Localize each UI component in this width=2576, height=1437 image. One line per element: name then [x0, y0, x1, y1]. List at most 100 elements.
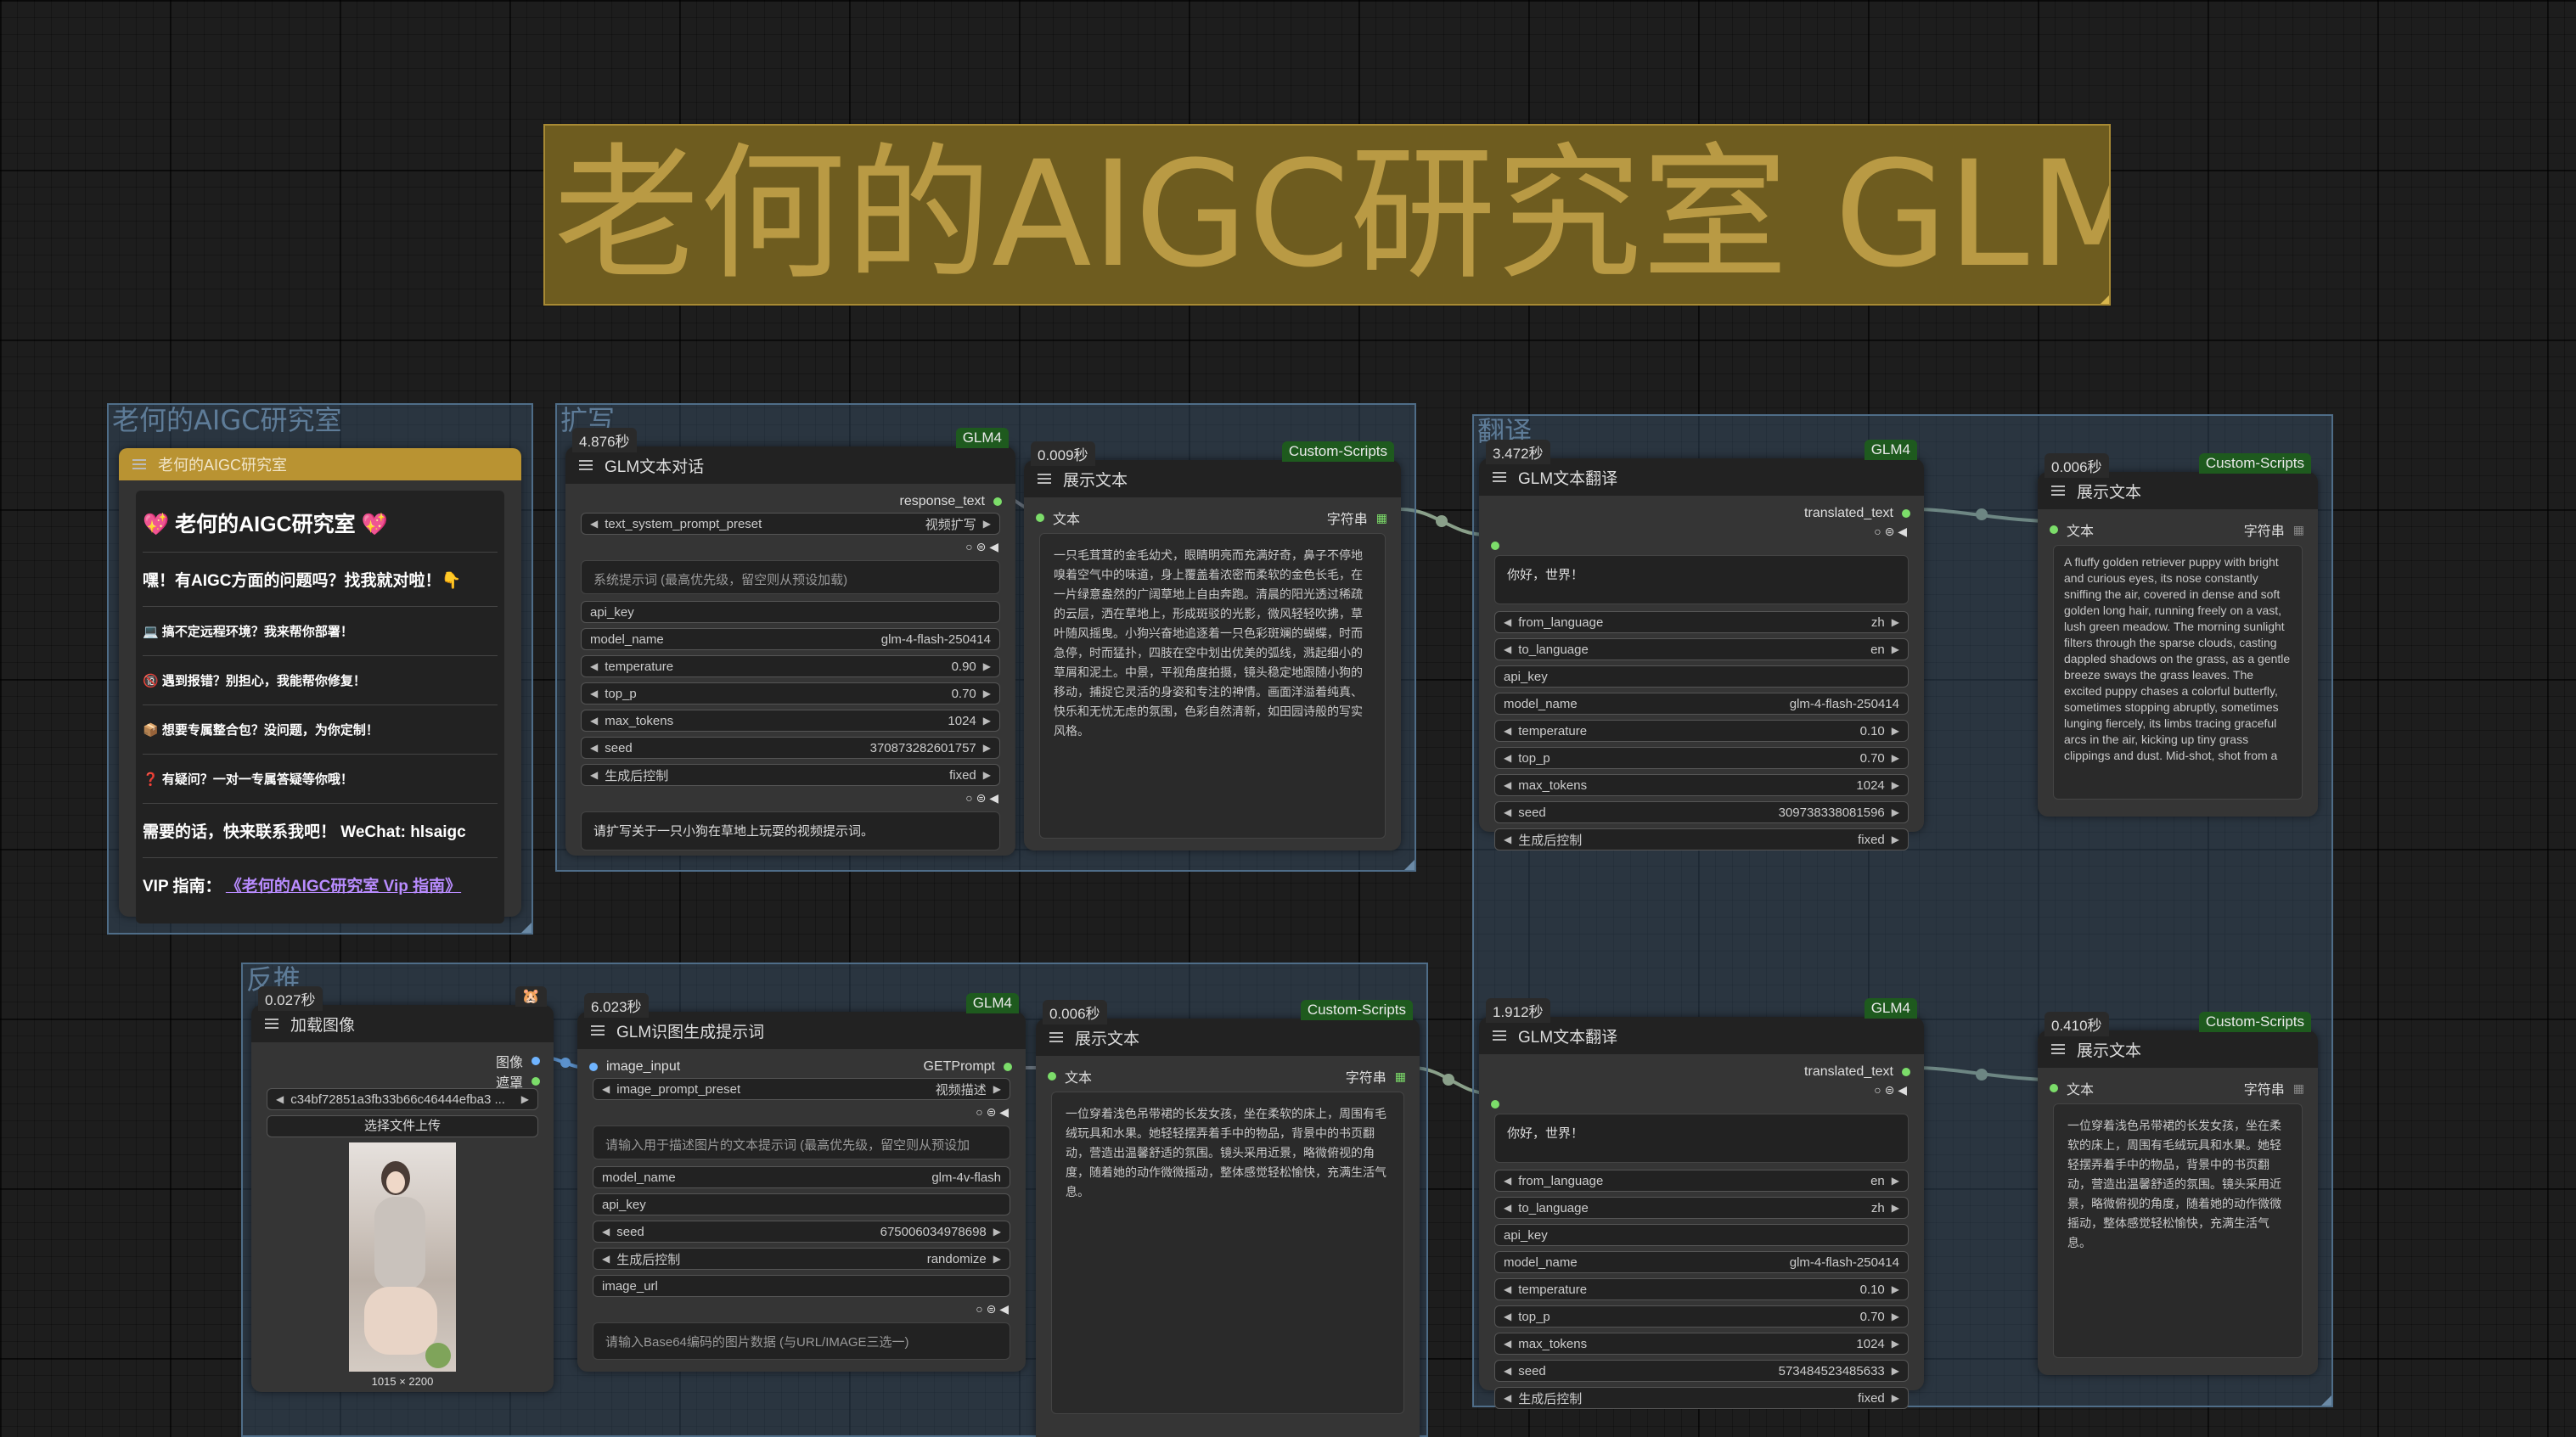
- show4-slots[interactable]: 文本 字符串 ▦: [2038, 1075, 2318, 1097]
- menu-icon[interactable]: [579, 460, 593, 470]
- chat-control-select[interactable]: ◀ 生成后控制 fixed ▶: [581, 764, 1000, 786]
- menu-icon[interactable]: [1493, 472, 1506, 482]
- info-node-header[interactable]: 老何的AIGC研究室: [119, 448, 521, 480]
- menu-icon[interactable]: [1038, 474, 1051, 484]
- trans1-seed-stepper[interactable]: ◀ seed 309738338081596 ▶: [1494, 801, 1909, 823]
- chat-top-p-stepper[interactable]: ◀ top_p 0.70 ▶: [581, 682, 1000, 704]
- group-expand-resize-handle[interactable]: [1404, 860, 1415, 870]
- mask-slot-dot[interactable]: [532, 1077, 540, 1086]
- show-text-node-3[interactable]: 0.006秒 Custom-Scripts 展示文本 文本 字符串 ▦ 一位穿着浅…: [1036, 1000, 1420, 1437]
- trans2-api-key-field[interactable]: api_key: [1494, 1224, 1909, 1246]
- trans1-temperature-stepper[interactable]: ◀ temperature 0.10 ▶: [1494, 720, 1909, 742]
- vision-base64-textarea[interactable]: 请输入Base64编码的图片数据 (与URL/IMAGE三选一): [593, 1322, 1010, 1360]
- show3-slots[interactable]: 文本 字符串 ▦: [1036, 1063, 1420, 1086]
- trans1-output-slot[interactable]: translated_text: [1479, 502, 1924, 525]
- arrow-left-icon[interactable]: ◀: [590, 518, 598, 530]
- trans2-temperature-stepper[interactable]: ◀ temperature 0.10 ▶: [1494, 1278, 1909, 1300]
- widget-toggle-icons[interactable]: ○ ⊜ ◀: [1479, 1083, 1907, 1098]
- chat-output-slot[interactable]: response_text: [565, 491, 1015, 513]
- menu-icon[interactable]: [2051, 486, 2065, 496]
- show1-slots[interactable]: 文本 字符串 ▦: [1024, 504, 1401, 527]
- trans1-to-select[interactable]: ◀ to_language en ▶: [1494, 638, 1909, 660]
- trans2-input-slot[interactable]: [1479, 1100, 1924, 1114]
- upload-file-button[interactable]: 选择文件上传: [267, 1115, 538, 1137]
- glm-translate-node-1[interactable]: 3.472秒 GLM4 GLM文本翻译 translated_text ○ ⊜ …: [1479, 440, 1924, 850]
- vision-seed-stepper[interactable]: ◀ seed 675006034978698 ▶: [593, 1221, 1010, 1243]
- widget-toggle-icons[interactable]: ○ ⊜ ◀: [565, 791, 998, 806]
- trans1-max-tokens-stepper[interactable]: ◀ max_tokens 1024 ▶: [1494, 774, 1909, 796]
- glm-chat-node[interactable]: 4.876秒 GLM4 GLM文本对话 response_text ◀ text_…: [565, 428, 1015, 856]
- output-slot-dot[interactable]: [1902, 509, 1910, 518]
- trans1-from-select[interactable]: ◀ from_language zh ▶: [1494, 611, 1909, 633]
- input-slot-dot[interactable]: [2050, 1084, 2058, 1092]
- widget-toggle-icons[interactable]: ○ ⊜ ◀: [1479, 525, 1907, 540]
- trans1-input-textarea[interactable]: 你好，世界！: [1494, 555, 1909, 604]
- trans1-control-select[interactable]: ◀ 生成后控制 fixed ▶: [1494, 828, 1909, 850]
- trans2-model-field[interactable]: model_name glm-4-flash-250414: [1494, 1251, 1909, 1273]
- widget-toggle-icons[interactable]: ○ ⊜ ◀: [577, 1105, 1009, 1120]
- grid-slot-icon[interactable]: ▦: [1376, 511, 1387, 525]
- vision-image-url-field[interactable]: image_url: [593, 1275, 1010, 1297]
- trans2-from-select[interactable]: ◀ from_language en ▶: [1494, 1170, 1909, 1192]
- show-text-node-2[interactable]: 0.006秒 Custom-Scripts 展示文本 文本 字符串 ▦ A flu…: [2038, 453, 2318, 817]
- load-output-image-slot[interactable]: 图像: [251, 1047, 554, 1070]
- input-slot-dot[interactable]: [1491, 1100, 1499, 1109]
- info-node[interactable]: 老何的AIGC研究室 💖 老何的AIGC研究室 💖 嘿！有AIGC方面的问题吗？…: [119, 448, 521, 923]
- vision-api-key-field[interactable]: api_key: [593, 1193, 1010, 1215]
- trans1-top-p-stepper[interactable]: ◀ top_p 0.70 ▶: [1494, 747, 1909, 769]
- trans2-max-tokens-stepper[interactable]: ◀ max_tokens 1024 ▶: [1494, 1333, 1909, 1355]
- output-slot-dot[interactable]: [993, 497, 1002, 506]
- trans2-top-p-stepper[interactable]: ◀ top_p 0.70 ▶: [1494, 1305, 1909, 1328]
- arrow-right-icon[interactable]: ▶: [983, 518, 991, 530]
- grid-slot-icon[interactable]: ▦: [2293, 1081, 2304, 1096]
- trans2-seed-stepper[interactable]: ◀ seed 573484523485633 ▶: [1494, 1360, 1909, 1382]
- vision-prompt-textarea[interactable]: 请输入用于描述图片的文本提示词 (最高优先级，留空则从预设加: [593, 1125, 1010, 1159]
- menu-icon[interactable]: [132, 459, 146, 469]
- grid-slot-icon[interactable]: ▦: [1395, 1069, 1406, 1084]
- glm-vision-node[interactable]: 6.023秒 GLM4 GLM识图生成提示词 image_input GETPr…: [577, 993, 1026, 1372]
- chat-max-tokens-stepper[interactable]: ◀ max_tokens 1024 ▶: [581, 710, 1000, 732]
- chat-preset-select[interactable]: ◀ text_system_prompt_preset 视频扩写 ▶: [581, 513, 1000, 535]
- group-translate-resize-handle[interactable]: [2321, 1395, 2331, 1406]
- output-slot-dot[interactable]: [1004, 1063, 1012, 1071]
- banner-resize-handle[interactable]: [2099, 294, 2109, 304]
- banner-note[interactable]: 老何的AIGC研究室 GLM4: [543, 124, 2111, 306]
- trans2-output-slot[interactable]: translated_text: [1479, 1061, 1924, 1083]
- widget-toggle-icons[interactable]: ○ ⊜ ◀: [577, 1302, 1009, 1317]
- load-output-mask-slot[interactable]: 遮罩: [251, 1068, 554, 1091]
- vision-model-field[interactable]: model_name glm-4v-flash: [593, 1166, 1010, 1188]
- load-image-node[interactable]: 0.027秒 🐹 加载图像 图像 遮罩 ◀ c34bf72851a3fb33b66…: [251, 986, 554, 1392]
- menu-icon[interactable]: [1049, 1032, 1063, 1042]
- menu-icon[interactable]: [591, 1025, 605, 1036]
- glm-translate-node-2[interactable]: 1.912秒 GLM4 GLM文本翻译 translated_text ○ ⊜ …: [1479, 998, 1924, 1409]
- menu-icon[interactable]: [2051, 1044, 2065, 1054]
- show-text-node-4[interactable]: 0.410秒 Custom-Scripts 展示文本 文本 字符串 ▦ 一位穿着浅…: [2038, 1012, 2318, 1375]
- image-slot-dot[interactable]: [532, 1057, 540, 1065]
- trans1-input-slot[interactable]: [1479, 542, 1924, 555]
- chat-model-field[interactable]: model_name glm-4-flash-250414: [581, 628, 1000, 650]
- show2-slots[interactable]: 文本 字符串 ▦: [2038, 516, 2318, 539]
- widget-toggle-icons[interactable]: ○ ⊜ ◀: [565, 540, 998, 555]
- input-slot-dot[interactable]: [1048, 1072, 1056, 1081]
- system-prompt-textarea[interactable]: 系统提示词 (最高优先级，留空则从预设加载): [581, 560, 1000, 594]
- vision-slots[interactable]: image_input GETPrompt: [577, 1056, 1026, 1078]
- vip-guide-link[interactable]: 《老何的AIGC研究室 Vip 指南》: [226, 878, 461, 895]
- trans1-model-field[interactable]: model_name glm-4-flash-250414: [1494, 693, 1909, 715]
- menu-icon[interactable]: [265, 1019, 278, 1029]
- chat-prompt-textarea[interactable]: 请扩写关于一只小狗在草地上玩耍的视频提示词。: [581, 811, 1000, 850]
- trans2-to-select[interactable]: ◀ to_language zh ▶: [1494, 1197, 1909, 1219]
- input-slot-dot[interactable]: [1491, 542, 1499, 550]
- vision-control-select[interactable]: ◀ 生成后控制 randomize ▶: [593, 1248, 1010, 1270]
- output-slot-dot[interactable]: [1902, 1068, 1910, 1076]
- group-info-resize-handle[interactable]: [521, 923, 532, 933]
- trans1-api-key-field[interactable]: api_key: [1494, 665, 1909, 688]
- image-input-slot-dot[interactable]: [589, 1063, 598, 1071]
- menu-icon[interactable]: [1493, 1030, 1506, 1041]
- grid-slot-icon[interactable]: ▦: [2293, 523, 2304, 537]
- input-slot-dot[interactable]: [1036, 514, 1044, 522]
- chat-api-key-field[interactable]: api_key: [581, 601, 1000, 623]
- trans2-control-select[interactable]: ◀ 生成后控制 fixed ▶: [1494, 1387, 1909, 1409]
- show-text-node-1[interactable]: 0.009秒 Custom-Scripts 展示文本 文本 字符串 ▦ 一只毛茸茸…: [1024, 441, 1401, 850]
- input-slot-dot[interactable]: [2050, 525, 2058, 534]
- vision-preset-select[interactable]: ◀ image_prompt_preset 视频描述 ▶: [593, 1078, 1010, 1100]
